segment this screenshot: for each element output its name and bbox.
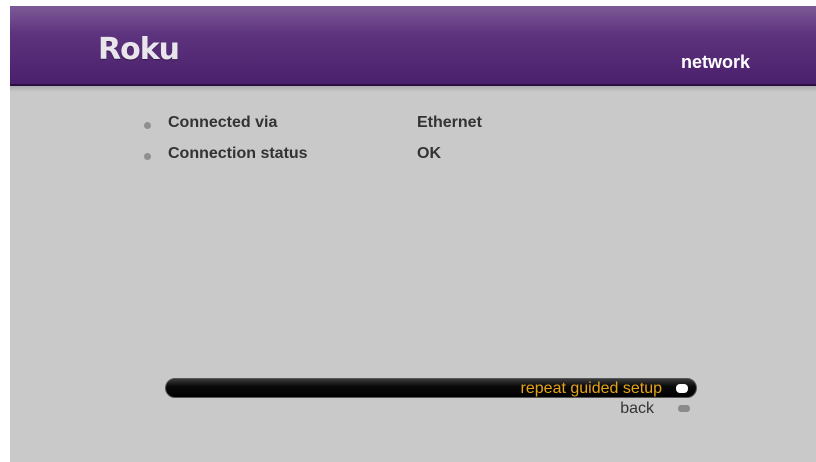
info-row-connected-via: Connected via Ethernet bbox=[144, 114, 644, 138]
roku-screen: Roku network Connected via Ethernet Conn… bbox=[10, 6, 816, 462]
page-title: network bbox=[680, 52, 750, 72]
header-bar: Roku network bbox=[10, 6, 816, 86]
info-label: Connection status bbox=[168, 145, 308, 162]
menu-indicator-icon bbox=[678, 405, 690, 412]
info-row-connection-status: Connection status OK bbox=[144, 145, 644, 169]
header-shadow bbox=[10, 86, 816, 92]
menu-item-repeat-guided-setup[interactable]: repeat guided setup bbox=[165, 378, 697, 398]
bullet-icon bbox=[144, 153, 151, 160]
selected-indicator-icon bbox=[676, 384, 688, 393]
info-label: Connected via bbox=[168, 114, 278, 131]
bullet-icon bbox=[144, 122, 151, 129]
menu-item-label: repeat guided setup bbox=[520, 380, 662, 397]
roku-logo: Roku bbox=[98, 32, 180, 67]
info-value: OK bbox=[417, 145, 441, 162]
info-value: Ethernet bbox=[417, 114, 482, 131]
menu-item-back[interactable]: back bbox=[620, 399, 654, 419]
